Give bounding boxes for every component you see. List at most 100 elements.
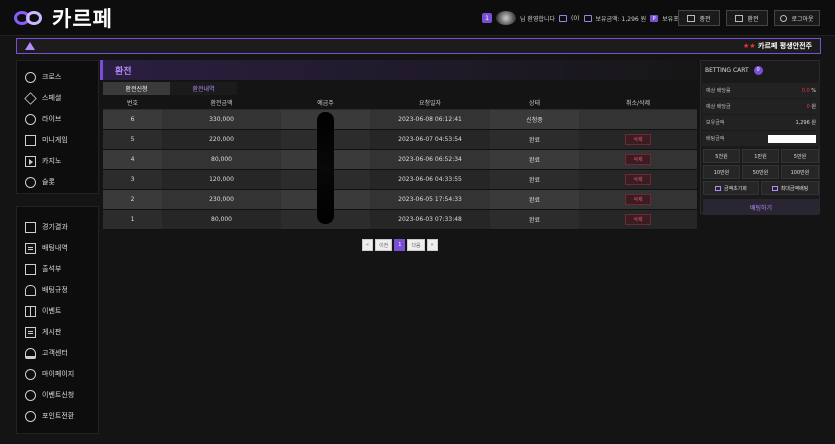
sidebar-item-label: 배팅내역 bbox=[42, 244, 68, 252]
table-row: 3 120,000 2023-06-06 04:33:55 완료 삭제 bbox=[103, 169, 697, 190]
win-label: 예상 배당금 bbox=[706, 104, 731, 110]
row-number: 2 bbox=[103, 189, 162, 210]
sidebar-item-rules[interactable]: 배팅규정 bbox=[25, 282, 68, 298]
chip-5k[interactable]: 5천원 bbox=[703, 149, 740, 163]
wallet-icon bbox=[583, 14, 592, 22]
page-title: 환전 bbox=[115, 67, 132, 77]
sidebar-item-label: 미니게임 bbox=[42, 136, 68, 144]
sidebar-item-bet-history[interactable]: 배팅내역 bbox=[25, 240, 68, 256]
cart-title: BETTING CART bbox=[705, 66, 749, 74]
logo-text: 카르페 bbox=[52, 7, 113, 31]
chip-50k[interactable]: 5만원 bbox=[781, 149, 819, 163]
board-icon bbox=[25, 326, 36, 338]
sidebar-item-label: 슬롯 bbox=[42, 178, 55, 186]
row-status: 완료 bbox=[490, 169, 579, 190]
table-row: 6 330,000 2023-06-08 06:12:41 신청중 bbox=[103, 109, 697, 130]
delete-button[interactable]: 삭제 bbox=[625, 193, 651, 205]
sidebar-item-event-apply[interactable]: 이벤트신청 bbox=[25, 387, 74, 403]
sidebar-item-support[interactable]: 고객센터 bbox=[25, 345, 68, 361]
balance-value: 1,296 원 bbox=[795, 120, 816, 126]
page-next-button[interactable]: 다음 bbox=[407, 239, 425, 251]
sidebar-item-casino[interactable]: 카지노 bbox=[25, 153, 61, 169]
row-amount: 80,000 bbox=[162, 149, 281, 170]
sidebar-item-label: 스페셜 bbox=[42, 94, 62, 102]
withdraw-label: 환전 bbox=[747, 15, 759, 23]
cart-header: BETTING CART 0 bbox=[701, 61, 821, 79]
welcome-text: 님 환영합니다 bbox=[520, 15, 556, 23]
sidebar-item-mypage[interactable]: 마이페이지 bbox=[25, 366, 74, 382]
sidebar-item-label: 배팅규정 bbox=[42, 286, 68, 294]
col-header: 환전금액 bbox=[162, 96, 281, 110]
balance-label: 보유금액 bbox=[706, 120, 725, 126]
table-row: 4 80,000 2023-06-06 06:52:34 완료 삭제 bbox=[103, 149, 697, 170]
sidebar-item-minigame[interactable]: 미니게임 bbox=[25, 132, 68, 148]
notice-bar: ★★ 카르페 평생안전주 bbox=[16, 38, 821, 54]
dice-icon bbox=[25, 134, 36, 146]
logo-mark-icon bbox=[14, 9, 48, 27]
reset-icon bbox=[714, 185, 721, 191]
user-info-bar: 1 님 환영합니다 (0) 보유금액: 1,296 원 P 보유포인트: 0 P bbox=[482, 11, 703, 25]
chip-500k[interactable]: 50만원 bbox=[742, 165, 779, 179]
sidebar-item-cross[interactable]: 크로스 bbox=[25, 69, 61, 85]
chip-1m[interactable]: 100만원 bbox=[781, 165, 819, 179]
live-icon bbox=[25, 113, 36, 125]
row-amount: 230,000 bbox=[162, 189, 281, 210]
page-first-button[interactable]: « bbox=[362, 239, 374, 251]
row-number: 4 bbox=[103, 149, 162, 170]
top-header: 카르페 1 님 환영합니다 (0) 보유금액: 1,296 원 P 보유포인트:… bbox=[0, 0, 835, 36]
mypage-icon bbox=[25, 368, 36, 380]
row-number: 3 bbox=[103, 169, 162, 190]
tab-withdraw-history[interactable]: 환전내역 bbox=[170, 82, 237, 95]
row-amount: 80,000 bbox=[162, 209, 281, 230]
tab-withdraw-request[interactable]: 환전신청 bbox=[103, 82, 170, 95]
row-status: 완료 bbox=[490, 149, 579, 170]
sidebar-item-label: 출석부 bbox=[42, 265, 62, 273]
place-bet-button[interactable]: 배팅하기 bbox=[703, 199, 819, 215]
sidebar-item-live[interactable]: 라이브 bbox=[25, 111, 61, 127]
row-number: 1 bbox=[103, 209, 162, 230]
cart-odds-row: 예상 배당률 0.0 % bbox=[702, 83, 820, 98]
delete-button[interactable]: 삭제 bbox=[625, 133, 651, 145]
page-last-button[interactable]: » bbox=[426, 239, 438, 251]
max-bet-button[interactable]: 최대금액배팅 bbox=[761, 181, 819, 195]
betting-cart: BETTING CART 0 예상 배당률 0.0 % 예상 배당금 0 원 보… bbox=[700, 60, 821, 215]
sidebar-item-point-convert[interactable]: 포인트전환 bbox=[25, 408, 74, 424]
delete-button[interactable]: 삭제 bbox=[625, 213, 651, 225]
logout-button[interactable]: 로그아웃 bbox=[774, 10, 820, 26]
sidebar-item-special[interactable]: 스페셜 bbox=[24, 90, 62, 106]
row-date: 2023-06-06 06:52:34 bbox=[370, 149, 490, 170]
reset-amount-button[interactable]: 금액초기화 bbox=[703, 181, 759, 195]
gear-icon bbox=[25, 71, 36, 83]
notice-stars: ★★ bbox=[743, 42, 756, 50]
point-icon: P bbox=[650, 14, 659, 22]
point-convert-icon bbox=[25, 410, 36, 422]
slot-icon bbox=[25, 176, 36, 188]
chip-10k[interactable]: 1만원 bbox=[742, 149, 779, 163]
row-action: 삭제 bbox=[579, 149, 697, 170]
withdraw-history-table: 번호 환전금액 예금주 요청일자 상태 취소/삭제 6 330,000 2023… bbox=[103, 96, 697, 230]
message-icon[interactable] bbox=[559, 14, 568, 22]
site-logo[interactable]: 카르페 bbox=[14, 6, 113, 31]
delete-button[interactable]: 삭제 bbox=[625, 173, 651, 185]
col-header: 번호 bbox=[103, 96, 162, 110]
page-current[interactable]: 1 bbox=[394, 239, 406, 251]
withdraw-button[interactable]: 환전 bbox=[726, 10, 768, 26]
deposit-button[interactable]: 충전 bbox=[678, 10, 720, 26]
sidebar-item-slot[interactable]: 슬롯 bbox=[25, 174, 55, 190]
col-header: 예금주 bbox=[281, 96, 370, 110]
row-amount: 220,000 bbox=[162, 129, 281, 150]
sidebar-item-label: 경기결과 bbox=[42, 223, 68, 231]
sidebar-item-results[interactable]: 경기결과 bbox=[25, 219, 68, 235]
bet-amount-input[interactable] bbox=[768, 134, 816, 143]
chip-100k[interactable]: 10만원 bbox=[703, 165, 740, 179]
sidebar-item-attendance[interactable]: 출석부 bbox=[25, 261, 61, 277]
page-prev-button[interactable]: 이전 bbox=[375, 239, 393, 251]
sidebar-item-board[interactable]: 게시판 bbox=[25, 324, 61, 340]
row-date: 2023-06-05 17:54:33 bbox=[370, 189, 490, 210]
delete-button[interactable]: 삭제 bbox=[625, 153, 651, 165]
sidebar-item-event[interactable]: 이벤트 bbox=[25, 303, 61, 319]
message-count[interactable]: (0) bbox=[571, 15, 580, 22]
odds-label: 예상 배당률 bbox=[706, 88, 731, 94]
trophy-icon bbox=[24, 91, 37, 105]
col-header: 상태 bbox=[490, 96, 579, 110]
